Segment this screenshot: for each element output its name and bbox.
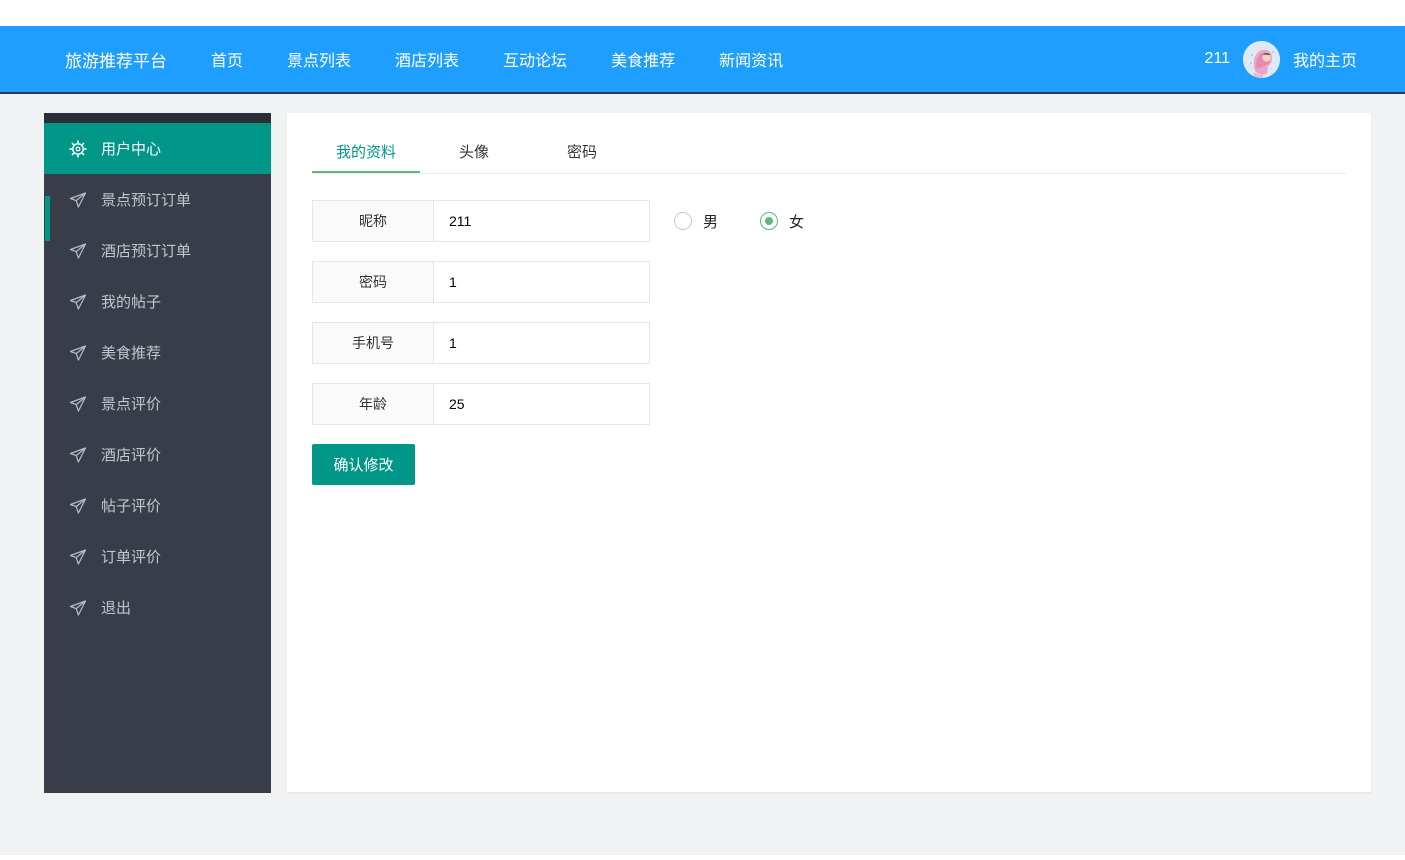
brand-title[interactable]: 旅游推荐平台 — [65, 47, 167, 72]
content-card: 我的资料 头像 密码 昵称 男 女 密码 — [287, 113, 1371, 792]
password-input[interactable] — [434, 262, 649, 302]
tab-password[interactable]: 密码 — [528, 133, 636, 173]
nickname-input[interactable] — [434, 201, 649, 241]
gender-female-label: 女 — [789, 213, 805, 231]
radio-checked-icon[interactable] — [760, 212, 779, 230]
form-row-nickname: 昵称 — [312, 200, 650, 242]
tab-avatar[interactable]: 头像 — [420, 133, 528, 173]
nav-item-scenic[interactable]: 景点列表 — [287, 47, 351, 71]
sidebar-item-scenic-reviews[interactable]: 景点评价 — [44, 378, 271, 429]
sidebar-item-label: 订单评价 — [101, 549, 162, 566]
bottom-strip — [0, 855, 1405, 860]
username-text: 211 — [1204, 50, 1230, 67]
password-label: 密码 — [313, 262, 434, 302]
user-avatar[interactable] — [1242, 40, 1280, 78]
gear-icon — [69, 140, 87, 157]
gender-option-female[interactable]: 女 — [760, 211, 804, 232]
paper-plane-icon — [69, 446, 87, 463]
sidebar-item-hotel-reviews[interactable]: 酒店评价 — [44, 429, 271, 480]
nav-item-food[interactable]: 美食推荐 — [611, 47, 675, 71]
sidebar-item-food-recommend[interactable]: 美食推荐 — [44, 327, 271, 378]
paper-plane-icon — [69, 599, 87, 616]
age-label: 年龄 — [313, 384, 434, 424]
sidebar: 用户中心 景点预订订单 酒店预订订单 我的帖子 美食推荐 景点评价 酒店评价 帖… — [44, 113, 271, 793]
sidebar-top-strip — [44, 113, 271, 123]
phone-input[interactable] — [434, 323, 649, 363]
confirm-modify-button[interactable]: 确认修改 — [312, 444, 415, 485]
sidebar-item-label: 帖子评价 — [101, 498, 162, 515]
nav-menu: 首页 景点列表 酒店列表 互动论坛 美食推荐 新闻资讯 — [211, 47, 783, 71]
phone-label: 手机号 — [313, 323, 434, 363]
gender-option-male[interactable]: 男 — [674, 211, 718, 232]
sidebar-item-label: 美食推荐 — [101, 345, 162, 362]
navbar-user-area: 211 我的主页 — [1204, 40, 1357, 78]
radio-unchecked-icon[interactable] — [674, 212, 692, 230]
sidebar-item-label: 酒店预订订单 — [101, 243, 192, 260]
paper-plane-icon — [69, 395, 87, 412]
nav-item-hotel[interactable]: 酒店列表 — [395, 47, 459, 71]
sidebar-item-label: 我的帖子 — [101, 294, 162, 311]
my-homepage-link[interactable]: 我的主页 — [1293, 47, 1357, 71]
gender-male-label: 男 — [703, 213, 719, 231]
sidebar-item-scenic-orders[interactable]: 景点预订订单 — [44, 174, 271, 225]
form-row-phone: 手机号 — [312, 322, 650, 364]
paper-plane-icon — [69, 293, 87, 310]
nav-item-news[interactable]: 新闻资讯 — [719, 47, 783, 71]
nickname-label: 昵称 — [313, 201, 434, 241]
tab-my-profile[interactable]: 我的资料 — [312, 133, 420, 173]
sidebar-item-user-center[interactable]: 用户中心 — [44, 123, 271, 174]
sidebar-item-label: 退出 — [101, 600, 132, 617]
sidebar-item-hotel-orders[interactable]: 酒店预订订单 — [44, 225, 271, 276]
sidebar-item-label: 用户中心 — [101, 141, 162, 158]
nav-item-home[interactable]: 首页 — [211, 47, 243, 71]
paper-plane-icon — [69, 548, 87, 565]
form-row-password: 密码 — [312, 261, 650, 303]
top-navbar: 旅游推荐平台 首页 景点列表 酒店列表 互动论坛 美食推荐 新闻资讯 211 我… — [0, 26, 1405, 94]
sidebar-item-my-posts[interactable]: 我的帖子 — [44, 276, 271, 327]
sidebar-item-label: 景点预订订单 — [101, 192, 192, 209]
profile-tabs: 我的资料 头像 密码 — [312, 133, 1346, 174]
paper-plane-icon — [69, 497, 87, 514]
page: 旅游推荐平台 首页 景点列表 酒店列表 互动论坛 美食推荐 新闻资讯 211 我… — [0, 0, 1405, 860]
nav-item-forum[interactable]: 互动论坛 — [503, 47, 567, 71]
sidebar-item-label: 景点评价 — [101, 396, 162, 413]
form-row-age: 年龄 — [312, 383, 650, 425]
sidebar-item-label: 酒店评价 — [101, 447, 162, 464]
paper-plane-icon — [69, 242, 87, 259]
paper-plane-icon — [69, 191, 87, 208]
sidebar-scrollbar-thumb[interactable] — [45, 196, 50, 241]
sidebar-item-order-reviews[interactable]: 订单评价 — [44, 531, 271, 582]
gender-radio-group: 男 女 — [674, 200, 804, 242]
profile-form: 昵称 男 女 密码 手机号 — [312, 200, 1346, 485]
age-input[interactable] — [434, 384, 649, 424]
sidebar-item-post-reviews[interactable]: 帖子评价 — [44, 480, 271, 531]
avatar-illustration — [1242, 40, 1280, 78]
sidebar-item-logout[interactable]: 退出 — [44, 582, 271, 633]
paper-plane-icon — [69, 344, 87, 361]
